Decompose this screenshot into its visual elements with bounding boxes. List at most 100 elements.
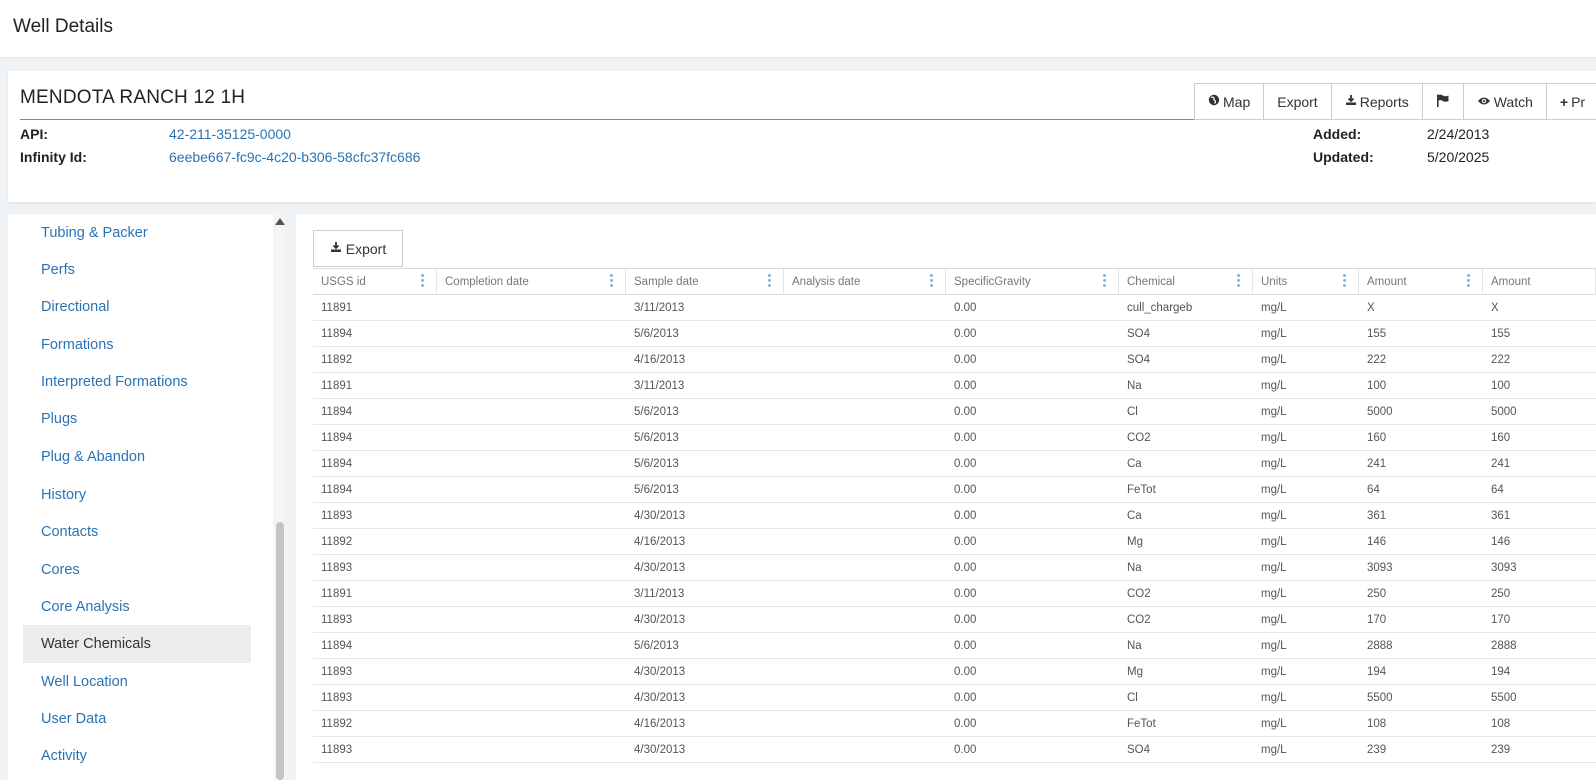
sidebar-item-perfs[interactable]: Perfs: [23, 251, 251, 289]
sidebar-item-activity[interactable]: Activity: [23, 737, 251, 775]
sidebar-item-user-data[interactable]: User Data: [23, 700, 251, 738]
sidebar-scrollbar-thumb[interactable]: [276, 522, 284, 780]
added-label: Added:: [1313, 126, 1362, 142]
sidebar-item-tubing-packer[interactable]: Tubing & Packer: [23, 214, 251, 252]
column-menu-icon[interactable]: [768, 274, 771, 290]
column-header-sample-date[interactable]: Sample date: [626, 269, 784, 295]
column-header-completion-date[interactable]: Completion date: [437, 269, 626, 295]
sidebar-item-directional[interactable]: Directional: [23, 288, 251, 326]
reports-button[interactable]: Reports: [1331, 84, 1423, 119]
grid-export-button[interactable]: Export: [313, 230, 403, 267]
cell-usgs-id: 11894: [321, 406, 353, 418]
cell-specific-gravity: 0.00: [954, 484, 977, 496]
table-row[interactable]: 11894 5/6/2013 0.00 Ca mg/L 241 241: [313, 451, 1596, 477]
cell-chemical: SO4: [1127, 328, 1151, 340]
column-menu-icon[interactable]: [1467, 274, 1470, 290]
column-menu-icon[interactable]: [610, 274, 613, 290]
cell-usgs-id: 11893: [321, 510, 353, 522]
scroll-up-arrow-icon[interactable]: [275, 218, 285, 225]
column-menu-icon[interactable]: [930, 274, 933, 290]
table-row[interactable]: 11893 4/30/2013 0.00 CO2 mg/L 170 170: [313, 607, 1596, 633]
water-chemicals-table: USGS id Completion date Sample date Analysi…: [313, 268, 1596, 763]
table-row[interactable]: 11892 4/16/2013 0.00 Mg mg/L 146 146: [313, 529, 1596, 555]
sidebar-item-contacts[interactable]: Contacts: [23, 513, 251, 551]
table-row[interactable]: 11891 3/11/2013 0.00 CO2 mg/L 250 250: [313, 581, 1596, 607]
map-button[interactable]: Map: [1195, 84, 1265, 119]
sidebar-item-well-location[interactable]: Well Location: [23, 663, 251, 701]
cell-units: mg/L: [1261, 614, 1287, 626]
cell-chemical: CO2: [1127, 614, 1151, 626]
cell-amount: 5500: [1367, 692, 1393, 704]
table-row[interactable]: 11892 4/16/2013 0.00 FeTot mg/L 108 108: [313, 711, 1596, 737]
cell-completion-date: [437, 347, 626, 373]
cell-usgs-id: 11893: [321, 614, 353, 626]
sidebar-item-plugs[interactable]: Plugs: [23, 400, 251, 438]
table-row[interactable]: 11893 4/30/2013 0.00 Ca mg/L 361 361: [313, 503, 1596, 529]
table-row[interactable]: 11891 3/11/2013 0.00 cull_chargeb mg/L X X: [313, 295, 1596, 321]
sidebar-item-cores[interactable]: Cores: [23, 551, 251, 589]
sidebar-item-plug-abandon[interactable]: Plug & Abandon: [23, 438, 251, 476]
column-menu-icon[interactable]: [1237, 274, 1240, 290]
sidebar-item-history[interactable]: History: [23, 476, 251, 514]
more-button[interactable]: + Pr: [1546, 84, 1596, 119]
cell-units: mg/L: [1261, 640, 1287, 652]
cell-amount: 5000: [1367, 406, 1393, 418]
column-header-chemical[interactable]: Chemical: [1119, 269, 1253, 295]
column-menu-icon[interactable]: [421, 274, 424, 290]
cell-analysis-date: [784, 347, 946, 373]
flag-button[interactable]: [1422, 84, 1464, 119]
column-menu-icon[interactable]: [1103, 274, 1106, 290]
column-menu-icon[interactable]: [1343, 274, 1346, 290]
export-button[interactable]: Export: [1264, 84, 1332, 119]
cell-chemical: SO4: [1127, 354, 1151, 366]
cell-completion-date: [437, 711, 626, 737]
infinity-link[interactable]: 6eebe667-fc9c-4c20-b306-58cfc37fc686: [169, 149, 420, 165]
cell-analysis-date: [784, 555, 946, 581]
cell-amount-2: 170: [1491, 614, 1511, 626]
table-body: 11891 3/11/2013 0.00 cull_chargeb mg/L X X 1189…: [313, 295, 1596, 763]
column-header-units[interactable]: Units: [1253, 269, 1359, 295]
column-header-specific-gravity[interactable]: SpecificGravity: [946, 269, 1119, 295]
cell-units: mg/L: [1261, 744, 1287, 756]
cell-units: mg/L: [1261, 458, 1287, 470]
table-row[interactable]: 11891 3/11/2013 0.00 Na mg/L 100 100: [313, 373, 1596, 399]
sidebar-item-core-analysis[interactable]: Core Analysis: [23, 588, 251, 626]
cell-completion-date: [437, 659, 626, 685]
table-row[interactable]: 11893 4/30/2013 0.00 Na mg/L 3093 3093: [313, 555, 1596, 581]
cell-specific-gravity: 0.00: [954, 302, 977, 314]
cell-specific-gravity: 0.00: [954, 588, 977, 600]
cell-units: mg/L: [1261, 406, 1287, 418]
column-header-usgs-id[interactable]: USGS id: [313, 269, 437, 295]
cell-chemical: Na: [1127, 640, 1142, 652]
cell-usgs-id: 11894: [321, 640, 353, 652]
table-row[interactable]: 11894 5/6/2013 0.00 FeTot mg/L 64 64: [313, 477, 1596, 503]
cell-completion-date: [437, 581, 626, 607]
cell-amount-2: 222: [1491, 354, 1511, 366]
cell-units: mg/L: [1261, 302, 1287, 314]
cell-specific-gravity: 0.00: [954, 354, 977, 366]
plus-icon: +: [1559, 93, 1569, 110]
cell-analysis-date: [784, 659, 946, 685]
cell-analysis-date: [784, 711, 946, 737]
table-row[interactable]: 11894 5/6/2013 0.00 Na mg/L 2888 2888: [313, 633, 1596, 659]
column-header-amount[interactable]: Amount: [1359, 269, 1483, 295]
table-row[interactable]: 11893 4/30/2013 0.00 SO4 mg/L 239 239: [313, 737, 1596, 763]
cell-chemical: Ca: [1127, 458, 1142, 470]
table-row[interactable]: 11894 5/6/2013 0.00 SO4 mg/L 155 155: [313, 321, 1596, 347]
sidebar-item-interpreted-formations[interactable]: Interpreted Formations: [23, 363, 251, 401]
cell-usgs-id: 11893: [321, 744, 353, 756]
cell-amount: X: [1367, 302, 1375, 314]
table-row[interactable]: 11894 5/6/2013 0.00 Cl mg/L 5000 5000: [313, 399, 1596, 425]
table-row[interactable]: 11893 4/30/2013 0.00 Mg mg/L 194 194: [313, 659, 1596, 685]
table-row[interactable]: 11893 4/30/2013 0.00 Cl mg/L 5500 5500: [313, 685, 1596, 711]
cell-usgs-id: 11891: [321, 588, 353, 600]
sidebar-item-water-chemicals[interactable]: Water Chemicals: [23, 625, 251, 663]
table-row[interactable]: 11892 4/16/2013 0.00 SO4 mg/L 222 222: [313, 347, 1596, 373]
cell-sample-date: 4/30/2013: [634, 614, 686, 626]
watch-button[interactable]: Watch: [1463, 84, 1547, 119]
sidebar-item-formations[interactable]: Formations: [23, 326, 251, 364]
column-header-amount-2[interactable]: Amount: [1483, 269, 1596, 295]
api-link[interactable]: 42-211-35125-0000: [169, 126, 291, 142]
column-header-analysis-date[interactable]: Analysis date: [784, 269, 946, 295]
table-row[interactable]: 11894 5/6/2013 0.00 CO2 mg/L 160 160: [313, 425, 1596, 451]
